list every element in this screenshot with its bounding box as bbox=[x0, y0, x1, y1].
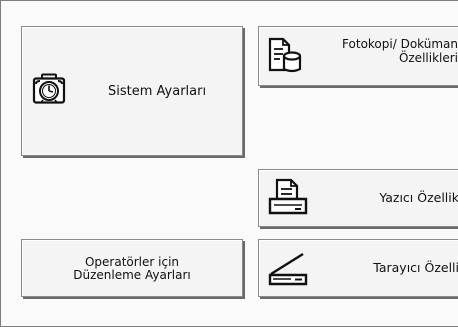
copier-document-features-button[interactable]: Fotokopi/ Doküman Özellikleri bbox=[258, 26, 458, 86]
scanner-features-label: Tarayıcı Özelli bbox=[373, 260, 458, 275]
printer-icon bbox=[267, 177, 309, 217]
system-settings-label: Sistem Ayarları bbox=[108, 84, 207, 99]
settings-panel: Sistem Ayarları Fotokopi/ Doküman Özelli… bbox=[0, 0, 458, 327]
copier-document-features-label: Fotokopi/ Doküman Özellikleri bbox=[342, 37, 458, 65]
operator-settings-button[interactable]: Operatörler için Düzenleme Ayarları bbox=[21, 239, 243, 297]
system-settings-button[interactable]: Sistem Ayarları bbox=[21, 26, 243, 156]
copier-document-server-icon bbox=[267, 36, 303, 74]
printer-features-button[interactable]: Yazıcı Özellik bbox=[258, 169, 458, 227]
operator-settings-label: Operatörler için Düzenleme Ayarları bbox=[73, 255, 191, 282]
alarm-clock-briefcase-icon bbox=[32, 73, 66, 105]
scanner-icon bbox=[267, 250, 309, 288]
printer-features-label: Yazıcı Özellik bbox=[379, 190, 458, 205]
scanner-features-button[interactable]: Tarayıcı Özelli bbox=[258, 239, 458, 297]
